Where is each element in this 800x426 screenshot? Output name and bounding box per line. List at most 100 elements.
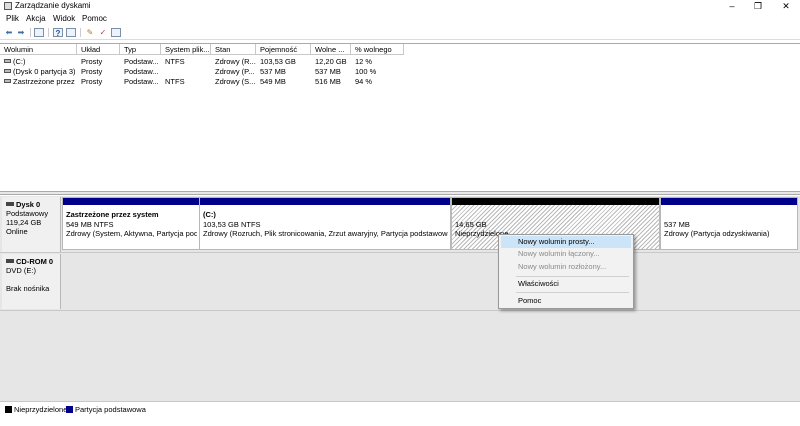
volume-list: Wolumin Układ Typ System plik... Stan Po… [0,43,800,191]
volume-name-cell: (C:) [0,57,77,67]
volume-name-cell: (Dysk 0 partycja 3) [0,67,77,77]
column-header-uklad[interactable]: Układ [77,44,120,55]
table-row[interactable]: (C:) Prosty Podstaw... NTFS Zdrowy (R...… [0,57,800,67]
legend-swatch-unallocated [5,406,12,413]
menu-item-properties[interactable]: Właściwości [501,278,631,290]
properties-icon[interactable] [66,28,76,37]
table-row[interactable]: Zastrzeżone przez ... Prosty Podstaw... … [0,77,800,87]
menu-item-new-simple-volume[interactable]: Nowy wolumin prosty... [501,236,631,248]
disk-0-size: 119,24 GB [6,218,42,227]
menu-item-new-spanned-volume[interactable]: Nowy wolumin łączony... [501,248,631,260]
free-space-cell: 12,20 GB [315,57,347,66]
type-cell: Podstaw... [124,77,159,86]
console-icon[interactable] [34,28,44,37]
legend: Nieprzydzielone Partycja podstawowa [0,401,800,426]
menu-plik[interactable]: Plik [6,14,19,23]
partition-size: 103,53 GB NTFS [203,219,261,229]
menu-item-help[interactable]: Pomoc [501,295,631,307]
partition-size: 549 MB NTFS [66,219,114,229]
disk-row-separator [0,252,800,253]
partition-size: 537 MB [664,219,690,229]
capacity-cell: 549 MB [260,77,286,86]
column-header-stan[interactable]: Stan [211,44,256,55]
percent-free-cell: 100 % [355,67,377,76]
menu-separator [516,292,629,293]
context-menu: Nowy wolumin prosty... Nowy wolumin łącz… [498,234,634,309]
check-icon[interactable]: ✓ [98,28,108,37]
disk-row-separator [0,310,800,311]
volume-icon [4,79,11,83]
help-icon[interactable]: ? [53,28,63,38]
close-button[interactable]: ✕ [774,0,798,13]
disk-management-app-icon [4,2,12,10]
toolbar-separator [80,28,81,37]
filesystem-cell: NTFS [165,77,185,86]
free-space-cell: 516 MB [315,77,341,86]
menu-bar: Plik Akcja Widok Pomoc [0,13,800,25]
volume-list-header: Wolumin Układ Typ System plik... Stan Po… [0,44,800,55]
partition-title [455,210,657,220]
volume-icon [4,69,11,73]
layout-cell: Prosty [81,67,103,76]
partition-recovery[interactable]: 537 MB Zdrowy (Partycja odzyskiwania) [660,197,798,250]
column-header-system-plikow[interactable]: System plik... [161,44,211,55]
primary-partition-bar [200,198,450,205]
legend-label-primary: Partycja podstawowa [75,405,146,414]
cdrom-0-drive: DVD (E:) [6,266,36,275]
column-header-typ[interactable]: Typ [120,44,161,55]
disk-0-name: Dysk 0 [16,200,41,209]
filesystem-cell [161,67,211,77]
toolbar-separator [30,28,31,37]
pane-splitter[interactable] [0,191,800,195]
status-cell: Zdrowy (P... [215,67,255,76]
partition-title [664,210,795,220]
menu-separator [516,276,629,277]
volume-name-cell: Zastrzeżone przez ... [0,77,77,87]
forward-arrow-icon[interactable]: ➡ [16,28,26,37]
primary-partition-bar [63,198,199,205]
list-icon[interactable] [111,28,121,37]
menu-widok[interactable]: Widok [53,14,75,23]
minimize-button[interactable]: – [720,0,744,13]
capacity-cell: 537 MB [260,67,286,76]
menu-akcja[interactable]: Akcja [26,14,46,23]
back-arrow-icon[interactable]: ⬅ [4,28,14,37]
title-bar: Zarządzanie dyskami – ❐ ✕ [0,0,800,13]
legend-swatch-primary [66,406,73,413]
cdrom-0-media: Brak nośnika [6,284,50,293]
toolbar: ⬅ ➡ ? ✎ ✓ [0,26,800,40]
filesystem-cell: NTFS [165,57,185,66]
cdrom-0-label[interactable]: CD-ROM 0 DVD (E:) Brak nośnika [2,254,61,309]
type-cell: Podstaw... [124,67,159,76]
type-cell: Podstaw... [124,57,159,66]
partition-size: 14,65 GB [455,219,487,229]
menu-pomoc[interactable]: Pomoc [82,14,107,23]
partition-status: Zdrowy (Partycja odzyskiwania) [664,229,770,238]
toolbar-separator [48,28,49,37]
column-header-pojemnosc[interactable]: Pojemność [256,44,311,55]
unallocated-bar [452,198,659,205]
column-header-wolumin[interactable]: Wolumin [0,44,77,55]
layout-cell: Prosty [81,77,103,86]
status-cell: Zdrowy (R... [215,57,256,66]
disk-0-label[interactable]: Dysk 0 Podstawowy 119,24 GB Online [2,197,61,252]
partition-system-reserved[interactable]: Zastrzeżone przez system 549 MB NTFS Zdr… [62,197,200,250]
disk-icon [6,202,14,206]
partition-title: Zastrzeżone przez system [66,210,159,219]
connect-icon[interactable]: ✎ [85,28,95,37]
menu-item-new-striped-volume[interactable]: Nowy wolumin rozłożony... [501,261,631,273]
status-cell: Zdrowy (S... [215,77,256,86]
disk-0-type: Podstawowy [6,209,49,218]
column-header-wolne[interactable]: Wolne ... [311,44,351,55]
column-header-procent-wolnego[interactable]: % wolnego [351,44,404,55]
primary-partition-bar [661,198,797,205]
disk-graphical-view: Dysk 0 Podstawowy 119,24 GB Online Zastr… [0,196,800,401]
percent-free-cell: 94 % [355,77,373,86]
cdrom-icon [6,259,14,263]
partition-c-drive[interactable]: (C:) 103,53 GB NTFS Zdrowy (Rozruch, Pli… [199,197,451,250]
partition-status: Zdrowy (System, Aktywna, Partycja podst [66,229,197,238]
maximize-button[interactable]: ❐ [746,0,770,13]
table-row[interactable]: (Dysk 0 partycja 3) Prosty Podstaw... Zd… [0,67,800,77]
legend-label-unallocated: Nieprzydzielone [14,405,68,414]
layout-cell: Prosty [81,57,103,66]
